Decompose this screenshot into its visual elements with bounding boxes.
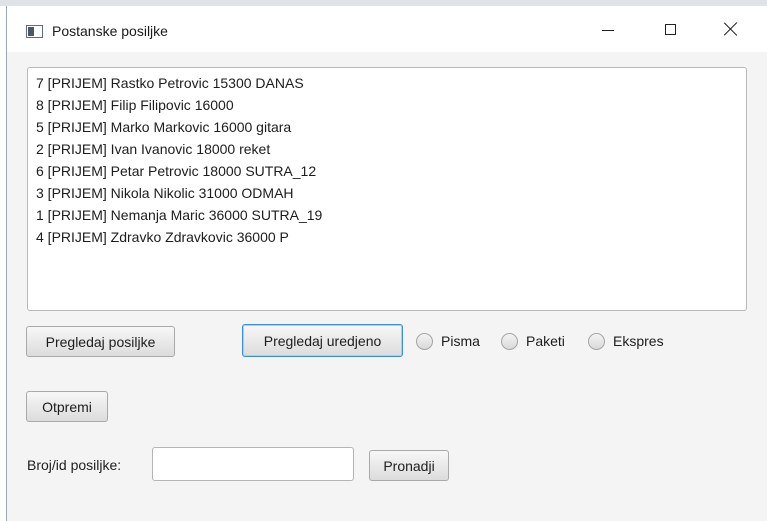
close-button[interactable] <box>708 6 754 52</box>
radio-pisma-label: Pisma <box>441 333 480 349</box>
view-shipments-button[interactable]: Pregledaj posiljke <box>26 326 175 357</box>
radio-button-icon[interactable] <box>416 332 433 350</box>
radio-paketi[interactable]: Paketi <box>501 331 565 351</box>
minimize-button[interactable] <box>585 6 631 52</box>
list-item[interactable]: 2 [PRIJEM] Ivan Ivanovic 18000 reket <box>36 138 746 160</box>
list-item[interactable]: 3 [PRIJEM] Nikola Nikolic 31000 ODMAH <box>36 182 746 204</box>
find-button[interactable]: Pronadji <box>369 450 449 481</box>
radio-button-icon[interactable] <box>501 332 518 350</box>
radio-ekspres[interactable]: Ekspres <box>588 331 664 351</box>
shipment-id-input[interactable] <box>152 447 354 481</box>
maximize-icon <box>664 23 676 35</box>
list-item[interactable]: 4 [PRIJEM] Zdravko Zdravkovic 36000 P <box>36 226 746 248</box>
shipment-id-label: Broj/id posiljke: <box>27 457 122 473</box>
window-title: Postanske posiljke <box>52 23 168 39</box>
shipments-list[interactable]: 7 [PRIJEM] Rastko Petrovic 15300 DANAS 8… <box>27 67 747 311</box>
view-sorted-button[interactable]: Pregledaj uredjeno <box>242 324 403 357</box>
close-icon <box>724 22 738 36</box>
title-bar[interactable]: Postanske posiljke <box>7 6 767 52</box>
list-item[interactable]: 6 [PRIJEM] Petar Petrovic 18000 SUTRA_12 <box>36 160 746 182</box>
minimize-icon <box>602 30 614 31</box>
screen: Postanske posiljke 7 [PRIJEM] Rastko Pet… <box>0 0 767 521</box>
radio-ekspres-label: Ekspres <box>613 333 664 349</box>
list-item[interactable]: 1 [PRIJEM] Nemanja Maric 36000 SUTRA_19 <box>36 204 746 226</box>
list-item[interactable]: 5 [PRIJEM] Marko Markovic 16000 gitara <box>36 116 746 138</box>
radio-pisma[interactable]: Pisma <box>416 331 480 351</box>
app-window-icon <box>26 25 43 38</box>
dispatch-button[interactable]: Otpremi <box>26 391 108 422</box>
list-item[interactable]: 8 [PRIJEM] Filip Filipovic 16000 <box>36 94 746 116</box>
radio-paketi-label: Paketi <box>526 333 565 349</box>
radio-button-icon[interactable] <box>588 332 605 350</box>
maximize-button[interactable] <box>647 6 693 52</box>
list-item[interactable]: 7 [PRIJEM] Rastko Petrovic 15300 DANAS <box>36 72 746 94</box>
app-window: Postanske posiljke 7 [PRIJEM] Rastko Pet… <box>6 6 767 521</box>
